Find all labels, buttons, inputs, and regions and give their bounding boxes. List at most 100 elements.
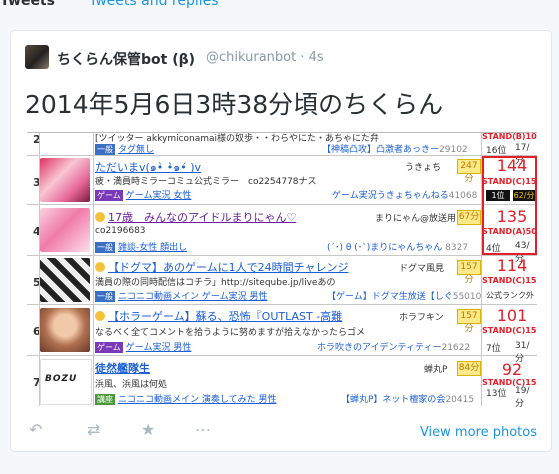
stand-label: STAND(B)1000 <box>482 132 537 141</box>
column-divider <box>93 133 94 406</box>
community-name[interactable]: 【ゲーム】ドグマ生放送【しぐ55010 <box>327 289 481 302</box>
elapsed-badge: 84分 <box>457 361 481 376</box>
attached-photo[interactable]: 2 [ツイッター akkymiconamai様の奴歩・・わらやにた・あちゃにた弁… <box>27 132 537 417</box>
reply-icon[interactable]: ↶ <box>29 420 42 439</box>
elapsed-badge: 157分 <box>457 309 481 334</box>
tweet-card[interactable]: ちくらん保管bot (β) @chikuranbot · 4s 2014年5月6… <box>10 30 552 452</box>
column-divider <box>39 133 40 406</box>
community-name[interactable]: 【蝉丸P】ネット檀家の会20415 <box>341 392 474 405</box>
broadcast-description: 満員の際の同時配信はコチラ」http://siteqube.jp/liveあの <box>95 278 336 288</box>
more-icon[interactable]: … <box>195 416 211 435</box>
ranking-row: 6 【ホラーゲーム】蘇る、恐怖『OUTLAST -高難 ホラフキン 157分 な… <box>27 305 537 364</box>
broadcaster-name[interactable]: うきょち <box>405 160 441 173</box>
tab-tweets[interactable]: Tweets <box>0 0 55 9</box>
tweet-text: 2014年5月6日3時38分頃のちくらん <box>25 90 444 119</box>
category-line: 一般 雑談-女性 顔出し <box>95 240 187 253</box>
broadcast-thumbnail[interactable] <box>40 158 90 202</box>
category-tag: 一般 <box>95 291 115 302</box>
category-tag: 一般 <box>95 144 115 155</box>
broadcast-title[interactable]: 【ホラーゲーム】蘇る、恐怖『OUTLAST -高難 <box>95 308 342 324</box>
category-tag: ゲーム <box>95 342 123 353</box>
broadcast-thumbnail[interactable] <box>40 258 90 302</box>
profile-tabs: Tweets Tweets and replies <box>0 0 559 22</box>
display-name[interactable]: ちくらん保管bot (β) <box>57 49 195 69</box>
star-icon[interactable]: ★ <box>141 420 155 439</box>
retweet-icon[interactable]: ⇄ <box>87 420 100 439</box>
category-line: ゲーム ゲーム実況 女性 <box>95 188 191 201</box>
highlight-box <box>482 156 537 255</box>
broadcast-title-text[interactable]: 【ホラーゲーム】蘇る、恐怖『OUTLAST -高難 <box>108 310 342 323</box>
thumbnail-text: BOZU <box>45 374 78 384</box>
avatar[interactable] <box>25 45 49 69</box>
category-tag: 一般 <box>95 242 115 253</box>
broadcaster-name[interactable]: ドグマ風見 <box>399 261 444 274</box>
community-number: 21622 <box>441 343 471 353</box>
broadcaster-name[interactable]: ホラフキン <box>399 310 444 323</box>
community-label[interactable]: (´･) θ (･`)まりにゃんちゃん <box>327 243 442 253</box>
tag-list[interactable]: 雑談-女性 顔出し <box>118 243 187 253</box>
community-number: 20415 <box>445 395 475 405</box>
category-tag: ゲーム <box>95 190 123 201</box>
elapsed-badge: 157分 <box>457 260 481 285</box>
community-label[interactable]: 【神稿凸攻】凸激者あっきー <box>322 145 439 155</box>
category-tag: 講座 <box>95 394 115 405</box>
community-name[interactable]: (´･) θ (･`)まりにゃんちゃん 8327 <box>327 240 468 253</box>
ranking-row: 3 ただいまv(๑•̀ •̀๑•́ )v うきょち 247分 疲・満員時ミラーコ… <box>27 156 537 205</box>
category-line: 講座 ニコニコ動画メイン 演奏してみた 男性 <box>95 392 276 405</box>
broadcast-title[interactable]: 17歳 みんなのアイドルまりにゃん♡ <box>95 209 296 225</box>
smiley-icon <box>95 212 105 222</box>
tag-list[interactable]: ニコニコ動画メイン ゲーム実況 男性 <box>118 292 267 302</box>
elapsed-badge: 67分 <box>457 210 481 225</box>
community-name[interactable]: 【神稿凸攻】凸激者あっきー29102 <box>322 142 468 155</box>
community-number: 55010 <box>452 292 482 302</box>
broadcast-thumbnail[interactable]: BOZU <box>40 359 92 405</box>
community-number: 8327 <box>445 243 469 253</box>
community-number: 29102 <box>439 145 468 155</box>
ranking-row: 5 【ドグマ】あのゲームに1人で24時間チャレンジ ドグマ風見 157分 満員の… <box>27 256 537 305</box>
tab-tweets-and-replies[interactable]: Tweets and replies <box>89 0 219 9</box>
broadcast-description: 浜風、浜風は何処 <box>95 380 168 390</box>
viewer-count: 114 <box>496 256 528 275</box>
community-number: 41068 <box>448 191 478 201</box>
broadcast-title[interactable]: 徒然艦隊生 <box>95 360 150 376</box>
viewer-count: 92 <box>501 360 523 379</box>
smiley-icon <box>95 311 105 321</box>
ranking-row: 2 [ツイッター akkymiconamai様の奴歩・・わらやにた・あちゃにた弁… <box>27 132 537 166</box>
community-label[interactable]: 【ゲーム】ドグマ生放送【しぐ <box>327 292 453 302</box>
ranking-row: 4 17歳 みんなのアイドルまりにゃん♡ まりにゃん@放送用 67分 co219… <box>27 205 537 264</box>
place-rank: 13位 <box>486 389 507 399</box>
user-handle[interactable]: @chikuranbot · 4s <box>206 50 324 65</box>
stand-label: STAND(C)1500 <box>482 326 537 335</box>
community-name[interactable]: ホラ吹きのアイデンティティー21622 <box>317 340 470 353</box>
elapsed-badge: 247分 <box>457 159 481 184</box>
broadcast-title-text[interactable]: 【ドグマ】あのゲームに1人で24時間チャレンジ <box>108 261 349 274</box>
broadcast-description: co2196683 <box>95 226 146 236</box>
community-label[interactable]: ゲーム実況うきょちゃんねる <box>332 191 449 201</box>
community-label[interactable]: 【蝉丸P】ネット檀家の会 <box>341 395 445 405</box>
stand-label: STAND(C)1500 <box>482 276 537 285</box>
broadcaster-name[interactable]: 蝉丸P <box>424 362 447 375</box>
tag-list[interactable]: ゲーム実況 女性 <box>126 191 192 201</box>
place-rank: 公式ランク外 <box>486 291 534 300</box>
community-label[interactable]: ホラ吹きのアイデンティティー <box>317 343 441 353</box>
tag-list[interactable]: タグ無し <box>118 145 154 155</box>
view-more-photos-link[interactable]: View more photos <box>420 425 537 440</box>
smiley-icon <box>95 262 105 272</box>
broadcast-thumbnail[interactable] <box>40 208 90 252</box>
community-name[interactable]: ゲーム実況うきょちゃんねる41068 <box>332 188 477 201</box>
category-line: ゲーム ゲーム実況 男性 <box>95 340 191 353</box>
tag-list[interactable]: ニコニコ動画メイン 演奏してみた 男性 <box>118 395 276 405</box>
broadcast-description: なるべく全てコメントを拾うように努めますが拾えなかったらゴメ <box>95 328 366 338</box>
category-line: 一般 タグ無し <box>95 142 154 155</box>
broadcast-title-text[interactable]: 17歳 みんなのアイドルまりにゃん♡ <box>108 211 296 224</box>
place-rank: 16位 <box>486 146 507 156</box>
viewer-count: 101 <box>496 306 528 325</box>
per-minute: 19/分 <box>515 386 530 409</box>
category-line: 一般 ニコニコ動画メイン ゲーム実況 男性 <box>95 289 267 302</box>
broadcast-thumbnail[interactable] <box>40 308 90 352</box>
broadcaster-name[interactable]: まりにゃん@放送用 <box>375 211 456 224</box>
broadcast-title[interactable]: 【ドグマ】あのゲームに1人で24時間チャレンジ <box>95 259 349 275</box>
broadcast-description: 疲・満員時ミラーコミュ公式ミラー co2254778ナス <box>95 177 317 187</box>
tag-list[interactable]: ゲーム実況 男性 <box>126 343 192 353</box>
ranking-row: 7 BOZU 徒然艦隊生 蝉丸P 84分 浜風、浜風は何処 講座 ニコニコ動画メイ… <box>27 356 537 409</box>
